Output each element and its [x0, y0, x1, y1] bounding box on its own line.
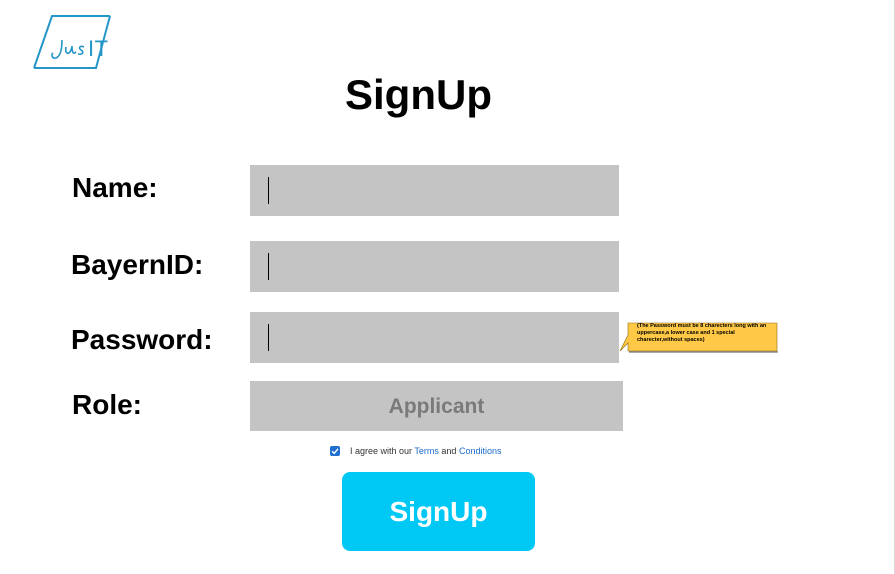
text-caret — [268, 324, 269, 351]
role-value: Applicant — [388, 395, 485, 418]
password-label: Password: — [71, 324, 213, 355]
role-select[interactable]: Applicant — [250, 381, 623, 431]
logo-text: IT — [88, 36, 109, 61]
checkmark-icon — [331, 448, 339, 455]
text-caret — [268, 177, 269, 204]
role-label: Role: — [72, 389, 142, 420]
agreement-conjunction: and — [441, 446, 457, 456]
bayernid-label: BayernID: — [71, 249, 204, 280]
password-field[interactable] — [250, 312, 619, 363]
text-caret — [268, 253, 269, 280]
password-hint-text: (The Password must be 8 charecters long … — [637, 323, 767, 343]
conditions-link[interactable]: Conditions — [459, 446, 502, 456]
name-field[interactable] — [250, 165, 619, 216]
terms-link[interactable]: Terms — [414, 446, 439, 456]
page-title: SignUp — [345, 71, 492, 118]
agree-checkbox[interactable] — [330, 446, 340, 456]
password-hint-tooltip: (The Password must be 8 charecters long … — [619, 320, 778, 353]
agreement-text: I agree with our Terms and Conditions — [350, 445, 501, 457]
name-label: Name: — [72, 172, 158, 203]
bayernid-field[interactable] — [250, 241, 619, 292]
signup-page: IT SignUp Name: BayernID: Password: (The… — [0, 0, 895, 574]
signup-button[interactable]: SignUp — [342, 472, 535, 551]
agreement-prefix: I agree with our — [350, 446, 413, 456]
